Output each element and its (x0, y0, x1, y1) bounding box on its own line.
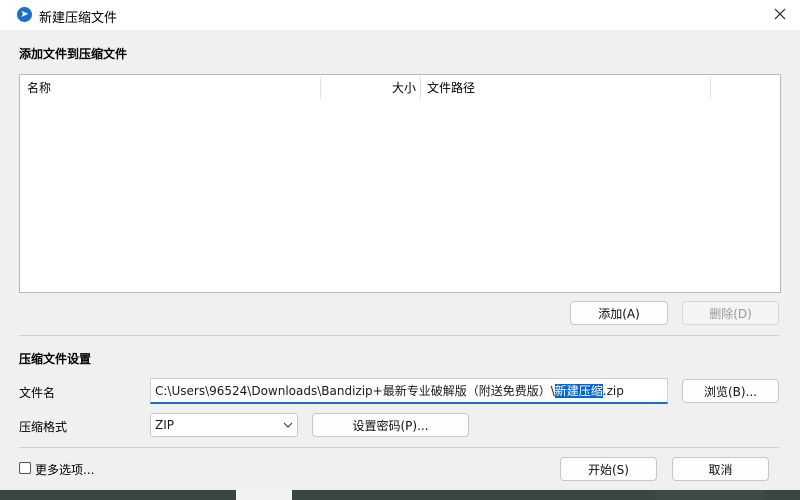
desktop-window-fragment (655, 490, 765, 500)
window-title: 新建压缩文件 (39, 11, 118, 26)
chevron-down-icon (283, 414, 293, 443)
add-files-heading: 添加文件到压缩文件 (19, 47, 128, 61)
remove-button[interactable]: 删除(D) (682, 301, 779, 325)
close-icon (774, 8, 786, 20)
new-archive-dialog: ➤ 新建压缩文件 添加文件到压缩文件 名称 大小 文件路径 添加(A) 删除(D… (0, 0, 800, 490)
set-password-button[interactable]: 设置密码(P)... (312, 413, 469, 437)
filename-extension: .zip (602, 384, 624, 398)
filename-label: 文件名 (19, 386, 56, 400)
section-divider (19, 335, 779, 336)
more-options-label[interactable]: 更多选项... (35, 461, 94, 478)
cancel-button[interactable]: 取消 (672, 457, 769, 481)
footer-divider (19, 447, 779, 448)
title-bar: ➤ 新建压缩文件 (0, 0, 800, 30)
filename-prefix: C:\Users\96524\Downloads\Bandizip+最新专业破解… (155, 384, 555, 398)
column-separator[interactable] (710, 77, 711, 99)
add-button[interactable]: 添加(A) (570, 301, 668, 325)
bandizip-app-icon: ➤ (17, 7, 32, 22)
start-button[interactable]: 开始(S) (560, 457, 657, 481)
column-header-size[interactable]: 大小 (320, 75, 416, 101)
format-value: ZIP (155, 418, 174, 432)
more-options-checkbox[interactable] (19, 462, 31, 474)
format-label: 压缩格式 (19, 420, 68, 434)
column-header-path[interactable]: 文件路径 (427, 75, 475, 101)
archive-settings-heading: 压缩文件设置 (19, 352, 92, 366)
browse-button[interactable]: 浏览(B)... (682, 379, 779, 403)
close-button[interactable] (768, 4, 792, 26)
format-select[interactable]: ZIP (150, 413, 298, 437)
file-list[interactable]: 名称 大小 文件路径 (19, 74, 781, 293)
column-separator[interactable] (420, 77, 421, 99)
column-header-name[interactable]: 名称 (27, 75, 51, 101)
filename-selected-text: 新建压缩 (554, 384, 603, 398)
filename-input[interactable]: C:\Users\96524\Downloads\Bandizip+最新专业破解… (150, 378, 668, 404)
desktop-window-fragment (236, 490, 292, 500)
